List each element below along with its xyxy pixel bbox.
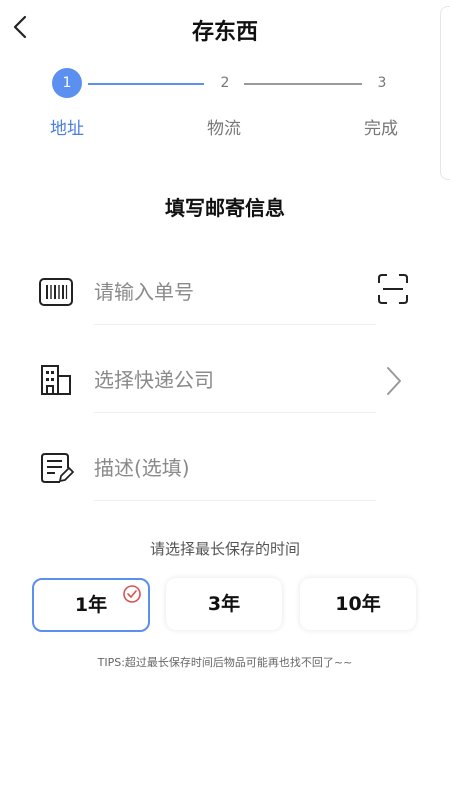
step-1-dot: 1 (52, 68, 82, 98)
storage-option-1-year[interactable]: 1年 (32, 578, 150, 632)
storage-options: 1年 3年 10年 (0, 578, 450, 634)
barcode-icon (39, 278, 73, 306)
scan-icon[interactable] (376, 272, 410, 306)
section-title: 填写邮寄信息 (165, 196, 285, 220)
step-3-label: 完成 (364, 119, 398, 139)
divider (94, 412, 376, 413)
courier-company-row[interactable]: 选择快递公司 (0, 348, 450, 428)
storage-option-label: 10年 (335, 593, 381, 615)
divider (94, 324, 376, 325)
tips-text: TIPS:超过最长保存时间后物品可能再也找不回了~~ (97, 656, 353, 669)
step-indicator: 1 2 3 地址 物流 完成 (0, 64, 450, 144)
step-2-dot: 2 (210, 68, 240, 98)
step-line-2 (244, 83, 362, 85)
step-2-label: 物流 (207, 119, 241, 139)
courier-company-select[interactable]: 选择快递公司 (94, 364, 214, 393)
storage-option-10-years[interactable]: 10年 (300, 578, 416, 630)
step-line-1 (88, 83, 204, 85)
storage-time-prompt: 请选择最长保存的时间 (149, 540, 300, 558)
step-1-label: 地址 (50, 119, 84, 139)
description-row[interactable]: 描述(选填) (0, 436, 450, 516)
building-icon (41, 365, 71, 395)
divider (94, 500, 376, 501)
description-input[interactable]: 描述(选填) (94, 452, 190, 481)
storage-option-label: 3年 (207, 593, 241, 615)
step-3-dot: 3 (367, 68, 397, 98)
page-title: 存东西 (191, 20, 258, 45)
header: 存东西 (0, 0, 450, 56)
selected-check-icon (123, 585, 141, 603)
tracking-number-row[interactable]: 请输入单号 (0, 260, 450, 340)
storage-option-label: 1年 (74, 594, 108, 616)
storage-option-3-years[interactable]: 3年 (166, 578, 282, 630)
chevron-right-icon (387, 367, 401, 395)
tracking-number-input[interactable]: 请输入单号 (94, 276, 194, 305)
edit-document-icon (41, 453, 74, 483)
